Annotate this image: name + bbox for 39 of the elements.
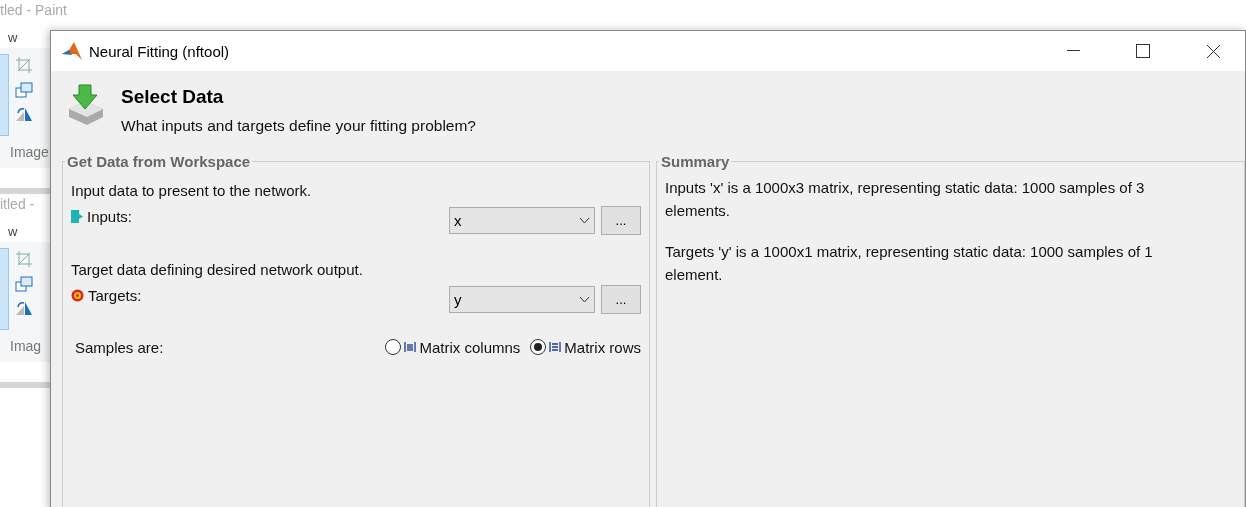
crop-icon[interactable] bbox=[15, 250, 33, 268]
field-label: Targets: bbox=[87, 286, 143, 304]
close-icon bbox=[1205, 43, 1221, 59]
app-logo-icon bbox=[61, 41, 83, 61]
resize-icon[interactable] bbox=[15, 276, 33, 292]
option-label: Matrix columns bbox=[419, 338, 521, 356]
browse-button[interactable]: ... bbox=[601, 284, 641, 314]
crop-icon[interactable] bbox=[15, 56, 33, 74]
option-label: Matrix rows bbox=[564, 338, 641, 356]
window-title: itled - bbox=[0, 195, 35, 214]
summary-text: Inputs 'x' is a 1000x3 matrix, representing static data: 1000 samples of 3 elements. bbox=[665, 178, 1146, 221]
input-icon bbox=[71, 209, 83, 223]
rotate-icon[interactable] bbox=[15, 106, 33, 122]
radio-button[interactable] bbox=[530, 339, 547, 355]
rotate-icon[interactable] bbox=[15, 300, 33, 316]
window-title: Neural Fitting (nftool) bbox=[89, 42, 231, 60]
panel-title: Get Data from Workspace bbox=[66, 153, 252, 170]
field-label: Samples are: bbox=[74, 338, 165, 356]
variable-dropdown[interactable]: y bbox=[449, 285, 595, 313]
chevron-down-icon bbox=[579, 216, 590, 224]
step-subtitle: What inputs and targets define your fitting problem? bbox=[121, 117, 476, 135]
target-icon bbox=[71, 288, 84, 302]
panel-title: Summary bbox=[660, 153, 731, 170]
field-description: Target data defining desired network output. bbox=[71, 261, 364, 278]
download-drive-icon bbox=[67, 83, 105, 125]
field-label: Inputs: bbox=[86, 207, 134, 225]
resize-icon[interactable] bbox=[15, 82, 33, 98]
chevron-down-icon bbox=[579, 295, 590, 303]
variable-dropdown[interactable]: x bbox=[449, 206, 595, 234]
browse-button[interactable]: ... bbox=[601, 205, 641, 235]
radio-button[interactable] bbox=[385, 339, 402, 355]
field-description: Input data to present to the network. bbox=[71, 182, 313, 199]
columns-icon bbox=[404, 341, 417, 353]
summary-text: Targets 'y' is a 1000x1 matrix, representing static data: 1000 samples of 1 element. bbox=[665, 242, 1154, 285]
rows-icon bbox=[549, 341, 562, 353]
window-title: tled - Paint bbox=[0, 1, 67, 20]
minimize-icon bbox=[1066, 50, 1080, 52]
maximize-icon bbox=[1136, 44, 1150, 58]
step-title: Select Data bbox=[121, 86, 225, 108]
